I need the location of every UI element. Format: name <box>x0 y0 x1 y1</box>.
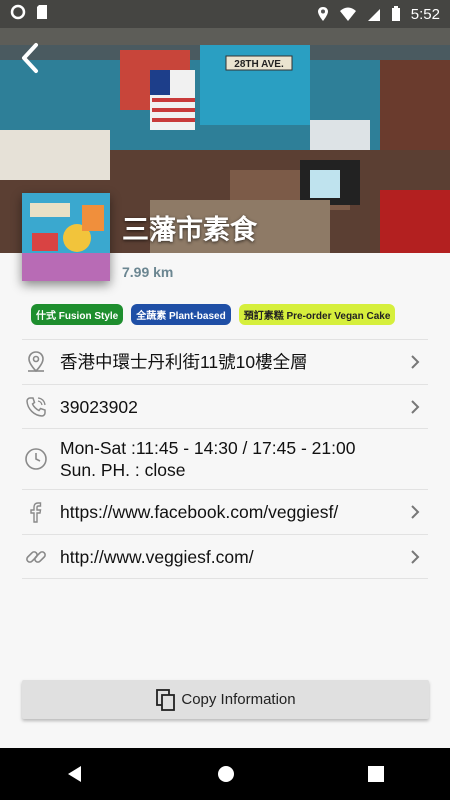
chevron-right-icon <box>411 505 420 519</box>
restaurant-name: 三藩市素食 <box>122 215 257 245</box>
copy-information-button[interactable]: Copy Information <box>22 680 429 719</box>
nav-recents-icon[interactable] <box>367 766 384 782</box>
circle-status-icon <box>10 4 26 24</box>
facebook-row[interactable]: https://www.facebook.com/veggiesf/ <box>22 489 428 534</box>
phone-icon <box>26 396 46 417</box>
tag-vegan-cake: 預訂素糕 Pre-order Vegan Cake <box>238 304 396 325</box>
tag-plant-based: 全蔬素 Plant-based <box>131 304 231 325</box>
chevron-right-icon <box>411 355 420 369</box>
battery-icon <box>391 6 401 22</box>
distance-label: 7.99 km <box>122 264 174 280</box>
nav-home-icon[interactable] <box>217 765 235 783</box>
system-nav-bar <box>0 748 450 800</box>
website-row[interactable]: http://www.veggiesf.com/ <box>22 534 428 579</box>
clock-icon <box>25 448 47 470</box>
back-arrow-icon <box>22 43 38 73</box>
facebook-link-text: https://www.facebook.com/veggiesf/ <box>60 502 339 522</box>
wifi-icon <box>339 6 357 22</box>
hours-holiday-text: Sun. PH. : close <box>60 460 186 480</box>
copy-button-label: Copy Information <box>181 691 296 708</box>
sd-card-icon <box>36 4 50 24</box>
restaurant-logo <box>22 193 110 281</box>
info-list: 香港中環士丹利街11號10樓全層 39023902 Mon-Sat :11:45… <box>22 339 428 579</box>
tag-fusion-style: 什式 Fusion Style <box>31 304 124 325</box>
back-button[interactable] <box>12 40 48 76</box>
status-bar: 5:52 <box>0 0 450 28</box>
facebook-icon <box>30 502 42 523</box>
location-status-icon <box>317 6 329 22</box>
website-link-text: http://www.veggiesf.com/ <box>60 546 254 567</box>
address-row[interactable]: 香港中環士丹利街11號10樓全層 <box>22 339 428 384</box>
link-icon <box>26 550 46 563</box>
location-pin-icon <box>28 351 44 373</box>
copy-icon <box>156 688 176 711</box>
hours-row: Mon-Sat :11:45 - 14:30 / 17:45 - 21:00 S… <box>22 428 428 489</box>
address-text: 香港中環士丹利街11號10樓全層 <box>60 352 308 372</box>
signal-icon <box>367 6 381 22</box>
chevron-right-icon <box>411 549 420 564</box>
hero-sign-text: 28TH AVE. <box>234 59 284 70</box>
phone-text: 39023902 <box>60 396 138 417</box>
status-time: 5:52 <box>410 5 440 23</box>
tag-list: 什式 Fusion Style 全蔬素 Plant-based 預訂素糕 Pre… <box>31 304 396 325</box>
chevron-right-icon <box>411 399 420 414</box>
nav-back-icon[interactable] <box>66 765 84 783</box>
hours-weekday-text: Mon-Sat :11:45 - 14:30 / 17:45 - 21:00 <box>60 438 356 458</box>
phone-row[interactable]: 39023902 <box>22 384 428 428</box>
